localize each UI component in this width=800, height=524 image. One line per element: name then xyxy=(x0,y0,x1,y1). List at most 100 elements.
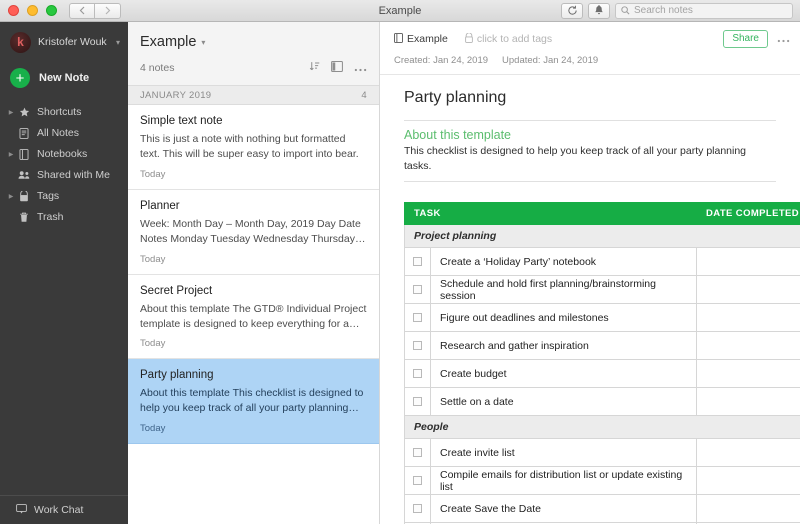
task-date[interactable] xyxy=(697,388,800,416)
checkbox[interactable] xyxy=(413,448,422,457)
trash-icon xyxy=(16,212,32,223)
table-row[interactable]: Create budget xyxy=(405,360,800,388)
tag-icon xyxy=(16,191,32,202)
sync-icon[interactable] xyxy=(561,3,583,19)
notebook-selector[interactable]: Example xyxy=(394,33,448,46)
task-date[interactable] xyxy=(697,304,800,332)
checkbox[interactable] xyxy=(413,369,422,378)
maximize-button[interactable] xyxy=(46,5,57,16)
task-date[interactable] xyxy=(697,276,800,304)
task-date[interactable] xyxy=(697,467,800,495)
minimize-button[interactable] xyxy=(27,5,38,16)
sidebar-item-tags[interactable]: ▶ Tags xyxy=(0,186,128,206)
sidebar-item-label: Tags xyxy=(37,190,59,202)
page-title: Party planning xyxy=(380,75,800,120)
note-item-title: Party planning xyxy=(140,369,367,381)
sidebar-item-trash[interactable]: Trash xyxy=(0,207,128,227)
share-button[interactable]: Share xyxy=(723,30,768,48)
note-list-title[interactable]: Example ▾ xyxy=(140,34,367,50)
table-row[interactable]: Create invite list xyxy=(405,439,800,467)
chevron-down-icon[interactable]: ▾ xyxy=(116,38,120,47)
disclosure-triangle-icon[interactable]: ▶ xyxy=(6,151,16,158)
created-label: Created: Jan 24, 2019 xyxy=(394,55,488,66)
work-chat-label: Work Chat xyxy=(34,504,83,516)
checkbox[interactable] xyxy=(413,341,422,350)
table-row[interactable]: Create Save the Date xyxy=(405,495,800,523)
ellipsis-icon[interactable] xyxy=(354,59,367,77)
search-placeholder: Search notes xyxy=(634,5,693,16)
chevron-down-icon[interactable]: ▾ xyxy=(201,38,205,47)
sort-descending-icon[interactable] xyxy=(309,59,320,77)
about-heading: About this template xyxy=(404,121,776,144)
note-item-date: Today xyxy=(140,254,367,265)
note-item-date: Today xyxy=(140,423,367,434)
sidebar: k Kristofer Wouk ▾ + New Note ▶ Shortcut… xyxy=(0,22,128,524)
tags-field[interactable]: click to add tags xyxy=(465,33,552,46)
task-checkbox-cell[interactable] xyxy=(405,439,431,467)
sidebar-item-shared-with-me[interactable]: Shared with Me xyxy=(0,165,128,185)
forward-button[interactable] xyxy=(95,3,121,19)
disclosure-triangle-icon[interactable]: ▶ xyxy=(6,109,16,116)
app-window: Example Search notes k Kristofer Wouk ▾ … xyxy=(0,0,800,524)
task-date[interactable] xyxy=(697,495,800,523)
table-row[interactable]: Create a ‘Holiday Party’ notebook xyxy=(405,248,800,276)
notebook-icon xyxy=(16,149,32,160)
back-button[interactable] xyxy=(69,3,95,19)
checkbox[interactable] xyxy=(413,504,422,513)
disclosure-triangle-icon[interactable]: ▶ xyxy=(6,193,16,200)
navigation-buttons xyxy=(69,3,121,19)
table-row[interactable]: Research and gather inspiration xyxy=(405,332,800,360)
search-icon xyxy=(621,6,630,15)
search-input[interactable]: Search notes xyxy=(615,3,793,19)
updated-label: Updated: Jan 24, 2019 xyxy=(502,55,598,66)
task-checkbox-cell[interactable] xyxy=(405,360,431,388)
task-date[interactable] xyxy=(697,248,800,276)
note-content[interactable]: Party planning About this template This … xyxy=(380,75,800,524)
sidebar-item-label: All Notes xyxy=(37,127,79,139)
bell-icon[interactable] xyxy=(588,3,610,19)
task-checkbox-cell[interactable] xyxy=(405,467,431,495)
new-note-button[interactable]: + New Note xyxy=(0,62,128,102)
task-checkbox-cell[interactable] xyxy=(405,304,431,332)
note-list-subheader: 4 notes xyxy=(140,59,367,85)
list-item[interactable]: Planner Week: Month Day – Month Day, 201… xyxy=(128,190,379,275)
task-date[interactable] xyxy=(697,360,800,388)
table-row[interactable]: Compile emails for distribution list or … xyxy=(405,467,800,495)
close-button[interactable] xyxy=(8,5,19,16)
list-item[interactable]: Simple text note This is just a note wit… xyxy=(128,105,379,190)
plus-icon: + xyxy=(10,68,30,88)
sidebar-item-all-notes[interactable]: All Notes xyxy=(0,123,128,143)
table-row[interactable]: Schedule and hold first planning/brainst… xyxy=(405,276,800,304)
list-layout-icon[interactable] xyxy=(331,59,343,77)
list-item[interactable]: Secret Project About this template The G… xyxy=(128,275,379,360)
note-metadata: Created: Jan 24, 2019 Updated: Jan 24, 2… xyxy=(380,48,800,75)
note-item-date: Today xyxy=(140,338,367,349)
task-checkbox-cell[interactable] xyxy=(405,276,431,304)
checkbox[interactable] xyxy=(413,313,422,322)
checkbox[interactable] xyxy=(413,397,422,406)
sidebar-item-notebooks[interactable]: ▶ Notebooks xyxy=(0,144,128,164)
table-row[interactable]: Settle on a date xyxy=(405,388,800,416)
sidebar-item-label: Trash xyxy=(37,211,63,223)
task-checkbox-cell[interactable] xyxy=(405,332,431,360)
note-item-title: Simple text note xyxy=(140,115,367,127)
account-switcher[interactable]: k Kristofer Wouk ▾ xyxy=(0,22,128,62)
sidebar-item-shortcuts[interactable]: ▶ Shortcuts xyxy=(0,102,128,122)
checkbox[interactable] xyxy=(413,285,422,294)
table-row[interactable]: Figure out deadlines and milestones xyxy=(405,304,800,332)
task-checkbox-cell[interactable] xyxy=(405,248,431,276)
checkbox[interactable] xyxy=(413,476,422,485)
window-controls xyxy=(0,5,57,16)
list-item-selected[interactable]: Party planning About this template This … xyxy=(128,359,379,444)
note-list-scroll[interactable]: Simple text note This is just a note wit… xyxy=(128,105,379,524)
task-date[interactable] xyxy=(697,439,800,467)
checkbox[interactable] xyxy=(413,257,422,266)
ellipsis-icon[interactable] xyxy=(777,32,790,46)
task-checkbox-cell[interactable] xyxy=(405,388,431,416)
section-count: 4 xyxy=(361,90,367,101)
task-date[interactable] xyxy=(697,332,800,360)
task-checkbox-cell[interactable] xyxy=(405,495,431,523)
chat-icon xyxy=(16,504,27,517)
sidebar-item-work-chat[interactable]: Work Chat xyxy=(0,495,128,524)
group-label: Project planning xyxy=(405,225,800,248)
